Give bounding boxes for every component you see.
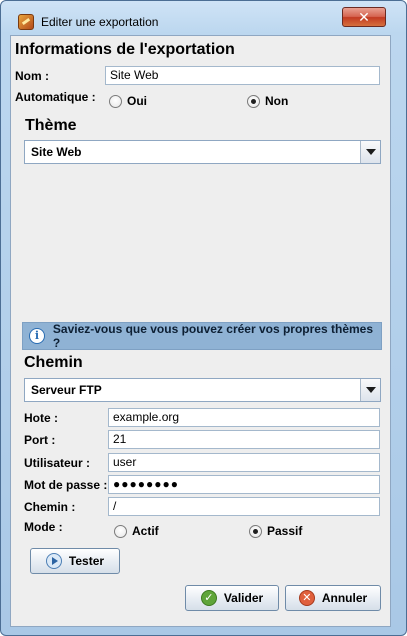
theme-dropdown-arrow-icon[interactable] (360, 141, 380, 163)
cancel-icon: ✕ (298, 590, 315, 606)
path-label: Chemin : (24, 500, 76, 514)
close-button[interactable]: ✕ (342, 7, 386, 27)
validate-button-label: Valider (223, 591, 264, 605)
cancel-button-label: Annuler (321, 591, 368, 605)
path-section-title: Chemin (24, 354, 83, 371)
theme-select[interactable]: Site Web (24, 140, 381, 164)
name-label: Nom : (15, 69, 49, 83)
dialog-window: Editer une exportation ✕ Informations de… (0, 0, 407, 636)
test-button[interactable]: Tester (30, 548, 120, 574)
mode-active-radio[interactable] (114, 524, 127, 538)
test-button-label: Tester (68, 554, 105, 568)
port-label: Port : (24, 433, 56, 447)
mode-label: Mode : (24, 520, 63, 534)
password-label: Mot de passe : (24, 478, 108, 492)
theme-selected-value: Site Web (31, 145, 82, 159)
auto-no-label: Non (265, 94, 289, 108)
window-title: Editer une exportation (41, 15, 159, 29)
title-bar[interactable]: Editer une exportation ✕ (1, 1, 406, 35)
info-section-title: Informations de l'exportation (15, 41, 235, 58)
mode-passive-option[interactable]: Passif (249, 523, 302, 539)
path-type-select[interactable]: Serveur FTP (24, 378, 381, 402)
dialog-content: Informations de l'exportation Nom : Site… (10, 35, 391, 627)
mode-passive-radio[interactable] (249, 524, 262, 538)
password-field[interactable]: ●●●●●●●● (108, 475, 380, 494)
app-icon (18, 14, 34, 30)
cancel-button[interactable]: ✕ Annuler (285, 585, 381, 611)
name-field[interactable]: Site Web (105, 66, 380, 85)
auto-no-radio[interactable] (247, 94, 260, 108)
mode-passive-label: Passif (267, 524, 303, 538)
tip-text: Saviez-vous que vous pouvez créer vos pr… (52, 322, 374, 350)
play-icon (45, 553, 62, 569)
user-field[interactable]: user (108, 453, 380, 472)
validate-button[interactable]: ✓ Valider (185, 585, 279, 611)
port-field[interactable]: 21 (108, 430, 380, 449)
automatic-label: Automatique : (15, 90, 96, 104)
auto-yes-label: Oui (127, 94, 147, 108)
host-label: Hote : (24, 411, 58, 425)
check-icon: ✓ (200, 590, 217, 606)
user-label: Utilisateur : (24, 456, 91, 470)
theme-section-title: Thème (25, 117, 77, 134)
auto-yes-option[interactable]: Oui (109, 93, 147, 109)
tip-banner: i Saviez-vous que vous pouvez créer vos … (22, 322, 382, 350)
mode-active-label: Actif (132, 524, 159, 538)
host-field[interactable]: example.org (108, 408, 380, 427)
info-icon: i (29, 328, 45, 344)
path-type-dropdown-arrow-icon[interactable] (360, 379, 380, 401)
path-type-selected-value: Serveur FTP (31, 383, 102, 397)
auto-yes-radio[interactable] (109, 94, 122, 108)
mode-active-option[interactable]: Actif (114, 523, 159, 539)
auto-no-option[interactable]: Non (247, 93, 288, 109)
path-field[interactable]: / (108, 497, 380, 516)
